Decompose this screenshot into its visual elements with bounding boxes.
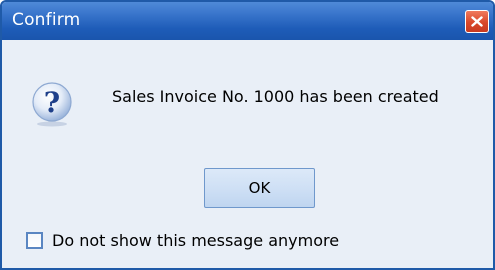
close-icon: [471, 16, 483, 27]
confirm-dialog: Confirm ? Sales Invoice No. 1000 has bee…: [0, 0, 495, 270]
ok-button[interactable]: OK: [204, 168, 315, 208]
dont-show-again-label[interactable]: Do not show this message anymore: [52, 231, 339, 250]
svg-text:?: ?: [44, 86, 60, 119]
dialog-body: ? Sales Invoice No. 1000 has been create…: [2, 40, 493, 268]
dont-show-again-checkbox[interactable]: [26, 231, 43, 249]
dialog-title: Confirm: [12, 10, 81, 30]
title-bar[interactable]: Confirm: [2, 2, 493, 40]
close-button[interactable]: [465, 10, 489, 33]
dont-show-again-row[interactable]: Do not show this message anymore: [26, 230, 339, 250]
message-text: Sales Invoice No. 1000 has been created: [112, 87, 439, 106]
question-icon: ?: [32, 82, 72, 127]
